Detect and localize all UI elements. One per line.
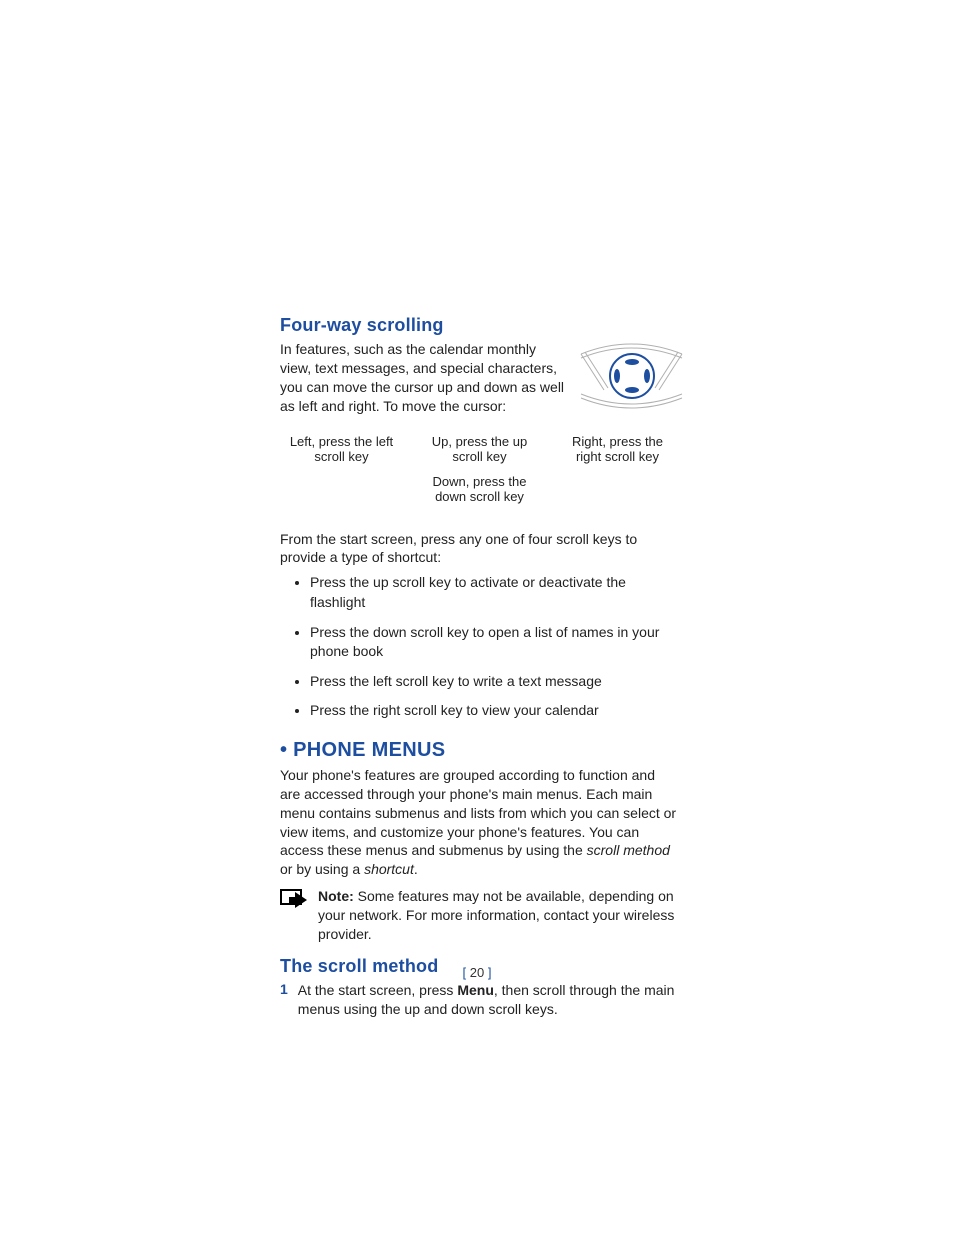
ordered-step: 1 At the start screen, press Menu, then …	[280, 981, 679, 1019]
list-item: Press the left scroll key to write a tex…	[310, 672, 679, 692]
nav-left-icon	[614, 369, 620, 383]
page-number-value: 20	[470, 965, 484, 980]
direction-up-text: Up, press the up scroll key	[421, 434, 539, 464]
shortcut-intro: From the start screen, press any one of …	[280, 530, 679, 568]
text-italic: shortcut	[364, 861, 414, 877]
phone-menus-paragraph: Your phone's features are grouped accord…	[280, 766, 679, 879]
list-item: Press the up scroll key to activate or d…	[310, 573, 679, 612]
step-number: 1	[280, 981, 288, 997]
direction-right: Right, press the right scroll key	[559, 434, 677, 514]
nav-down-icon	[625, 387, 639, 393]
note-block: Note: Some features may not be available…	[280, 887, 679, 944]
note-icon	[280, 889, 308, 911]
direction-left: Left, press the left scroll key	[283, 434, 401, 514]
heading-phone-menus: PHONE MENUS	[280, 739, 679, 762]
section-phone-menus: PHONE MENUS Your phone's features are gr…	[280, 739, 679, 944]
shortcut-list: Press the up scroll key to activate or d…	[284, 573, 679, 721]
list-item: Press the down scroll key to open a list…	[310, 623, 679, 662]
document-page: Four-way scrolling In features, such as …	[0, 0, 954, 1235]
note-body: Some features may not be available, depe…	[318, 888, 674, 942]
page-number: [ 20 ]	[0, 965, 954, 980]
intro-paragraph: In features, such as the calendar monthl…	[280, 340, 570, 416]
list-item: Press the right scroll key to view your …	[310, 701, 679, 721]
intro-row: In features, such as the calendar monthl…	[280, 340, 679, 416]
direction-center: Up, press the up scroll key Down, press …	[421, 434, 539, 514]
direction-right-text: Right, press the right scroll key	[559, 434, 677, 464]
direction-down-text: Down, press the down scroll key	[421, 474, 539, 504]
note-text: Note: Some features may not be available…	[318, 887, 679, 944]
heading-four-way-scrolling: Four-way scrolling	[280, 315, 679, 336]
note-label: Note:	[318, 888, 354, 904]
section-four-way-scrolling: Four-way scrolling In features, such as …	[280, 315, 679, 721]
text-run: .	[414, 861, 418, 877]
text-run: At the start screen, press	[298, 982, 458, 998]
nav-pad-illustration	[579, 340, 684, 412]
direction-labels: Left, press the left scroll key Up, pres…	[280, 434, 679, 514]
nav-up-icon	[625, 359, 639, 365]
nav-right-icon	[644, 369, 650, 383]
step-text: At the start screen, press Menu, then sc…	[298, 981, 679, 1019]
text-italic: scroll method	[587, 842, 670, 858]
direction-left-text: Left, press the left scroll key	[283, 434, 401, 464]
text-run: or by using a	[280, 861, 364, 877]
text-bold: Menu	[457, 982, 494, 998]
